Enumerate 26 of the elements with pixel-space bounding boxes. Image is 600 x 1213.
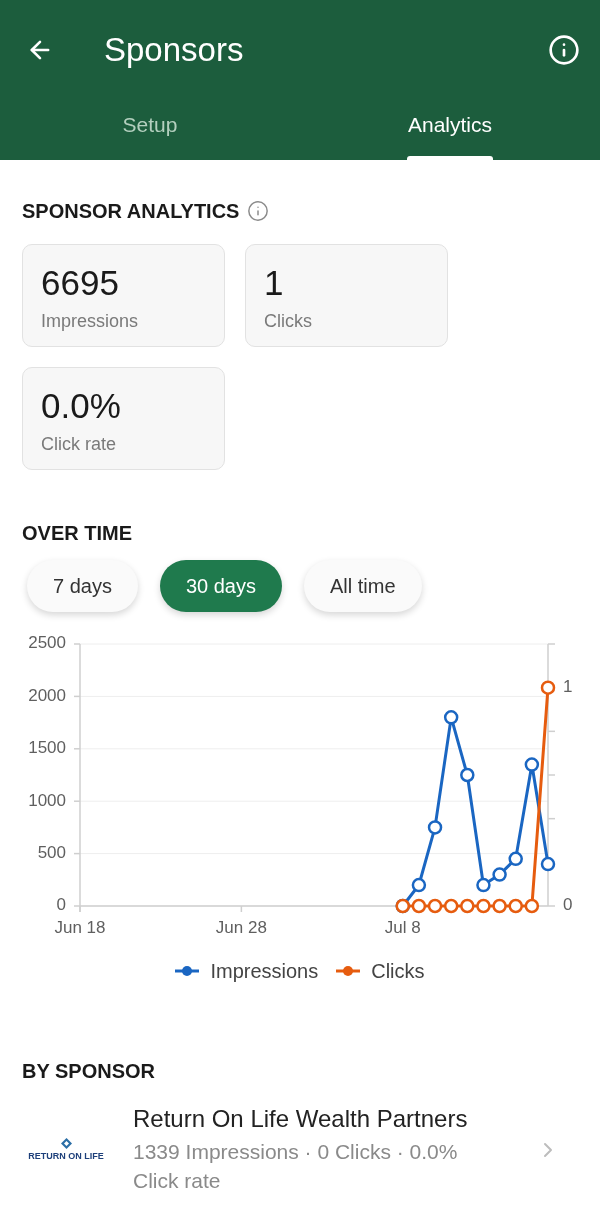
stat-value: 1 (264, 263, 285, 303)
stat-value: 0.0% (41, 386, 122, 426)
axis-label: 500 (37, 843, 66, 863)
logo-text: RETURN ON LIFE (28, 1151, 104, 1162)
sponsor-name: Return On Life Wealth Partners (133, 1105, 469, 1133)
axis-label: 2000 (28, 685, 66, 705)
axis-label: 1 (563, 677, 573, 697)
axis-label: 1500 (28, 738, 66, 758)
legend-label: Clicks (371, 959, 425, 983)
axis-label: Jul 8 (384, 918, 421, 938)
page-title: Sponsors (104, 30, 244, 70)
axis-label: 2500 (28, 636, 66, 653)
section-heading: SPONSOR ANALYTICS (22, 199, 240, 223)
axis-label: 0 (563, 895, 573, 915)
section-heading: OVER TIME (22, 521, 133, 545)
axis-label: 1000 (28, 790, 66, 810)
stat-label: Click rate (41, 433, 117, 455)
stat-label: Impressions (41, 310, 140, 332)
axis-label: 0 (56, 895, 66, 915)
axis-label: Jun 18 (54, 918, 106, 938)
stat-value: 6695 (41, 263, 120, 303)
legend-label: Impressions (210, 959, 319, 983)
axis-label: Jun 28 (215, 918, 267, 938)
sponsor-stats: 1339 Impressions · 0 Clicks · 0.0% Click rate (133, 1139, 459, 1194)
stat-label: Clicks (264, 310, 313, 332)
section-heading: BY SPONSOR (22, 1059, 156, 1083)
